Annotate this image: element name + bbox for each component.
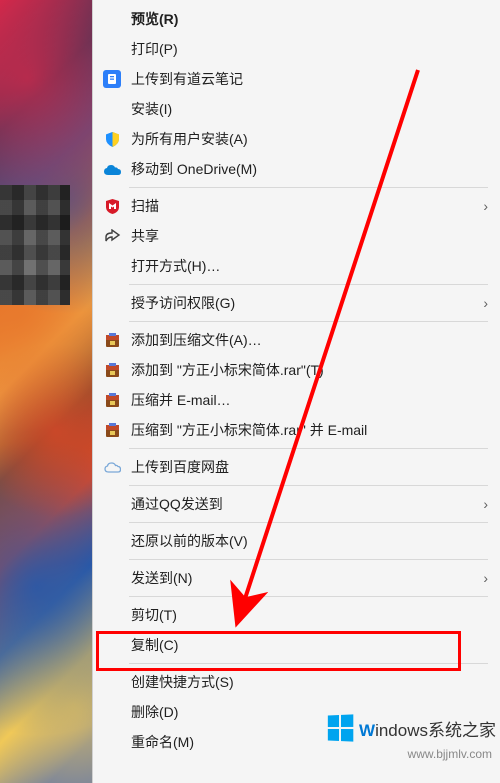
- menu-label: 添加到压缩文件(A)…: [131, 330, 488, 350]
- menu-print[interactable]: 打印(P): [93, 34, 500, 64]
- menu-label: 安装(I): [131, 99, 488, 119]
- chevron-right-icon: ›: [483, 198, 488, 214]
- menu-label: 添加到 "方正小标宋简体.rar"(T): [131, 360, 488, 380]
- menu-label: 扫描: [131, 196, 483, 216]
- separator: [129, 559, 488, 560]
- menu-label: 复制(C): [131, 635, 488, 655]
- separator: [129, 187, 488, 188]
- menu-label: 打印(P): [131, 39, 488, 59]
- menu-add-rar[interactable]: 添加到 "方正小标宋简体.rar"(T): [93, 355, 500, 385]
- menu-label: 预览(R): [131, 9, 488, 29]
- share-icon: [101, 225, 123, 247]
- menu-label: 发送到(N): [131, 568, 483, 588]
- menu-label: 上传到有道云笔记: [131, 69, 488, 89]
- winrar-icon: [101, 359, 123, 381]
- menu-open-with[interactable]: 打开方式(H)…: [93, 251, 500, 281]
- pixelated-region: [0, 185, 70, 305]
- cloud-icon: [101, 158, 123, 180]
- mcafee-icon: [101, 195, 123, 217]
- chevron-right-icon: ›: [483, 496, 488, 512]
- menu-cut[interactable]: 剪切(T): [93, 600, 500, 630]
- chevron-right-icon: ›: [483, 570, 488, 586]
- menu-label: 共享: [131, 226, 488, 246]
- separator: [129, 284, 488, 285]
- menu-restore-version[interactable]: 还原以前的版本(V): [93, 526, 500, 556]
- menu-label: 上传到百度网盘: [131, 457, 488, 477]
- separator: [129, 596, 488, 597]
- separator: [129, 485, 488, 486]
- menu-create-shortcut[interactable]: 创建快捷方式(S): [93, 667, 500, 697]
- menu-install[interactable]: 安装(I): [93, 94, 500, 124]
- menu-label: 通过QQ发送到: [131, 494, 483, 514]
- menu-label: 剪切(T): [131, 605, 488, 625]
- separator: [129, 522, 488, 523]
- menu-grant-access[interactable]: 授予访问权限(G) ›: [93, 288, 500, 318]
- menu-label: 压缩并 E-mail…: [131, 390, 488, 410]
- menu-label: 移动到 OneDrive(M): [131, 159, 488, 179]
- watermark-url: www.bjjmlv.com: [408, 747, 492, 761]
- separator: [129, 663, 488, 664]
- shield-icon: [101, 128, 123, 150]
- menu-copy[interactable]: 复制(C): [93, 630, 500, 660]
- menu-compress-to-email[interactable]: 压缩到 "方正小标宋简体.rar" 并 E-mail: [93, 415, 500, 445]
- menu-youdao-upload[interactable]: 上传到有道云笔记: [93, 64, 500, 94]
- menu-install-all[interactable]: 为所有用户安装(A): [93, 124, 500, 154]
- menu-onedrive[interactable]: 移动到 OneDrive(M): [93, 154, 500, 184]
- menu-label: 还原以前的版本(V): [131, 531, 488, 551]
- winrar-icon: [101, 389, 123, 411]
- menu-compress-email[interactable]: 压缩并 E-mail…: [93, 385, 500, 415]
- menu-scan[interactable]: 扫描 ›: [93, 191, 500, 221]
- windows-logo-icon: [328, 714, 353, 741]
- menu-label: 打开方式(H)…: [131, 256, 488, 276]
- baidu-cloud-icon: [101, 456, 123, 478]
- menu-baidu-upload[interactable]: 上传到百度网盘: [93, 452, 500, 482]
- menu-share[interactable]: 共享: [93, 221, 500, 251]
- menu-label: 为所有用户安装(A): [131, 129, 488, 149]
- menu-label: 创建快捷方式(S): [131, 672, 488, 692]
- watermark-brand: Windows系统之家: [327, 715, 496, 741]
- youdao-icon: [101, 68, 123, 90]
- chevron-right-icon: ›: [483, 295, 488, 311]
- separator: [129, 448, 488, 449]
- menu-label: 压缩到 "方正小标宋简体.rar" 并 E-mail: [131, 420, 488, 440]
- menu-send-to[interactable]: 发送到(N) ›: [93, 563, 500, 593]
- context-menu: 预览(R) 打印(P) 上传到有道云笔记 安装(I) 为所有用户安装(A) 移动…: [92, 0, 500, 783]
- menu-add-archive[interactable]: 添加到压缩文件(A)…: [93, 325, 500, 355]
- menu-qq-send[interactable]: 通过QQ发送到 ›: [93, 489, 500, 519]
- menu-preview[interactable]: 预览(R): [93, 4, 500, 34]
- winrar-icon: [101, 419, 123, 441]
- separator: [129, 321, 488, 322]
- watermark-text: Windows系统之家: [359, 716, 496, 741]
- desktop-background: [0, 0, 92, 783]
- menu-label: 授予访问权限(G): [131, 293, 483, 313]
- winrar-icon: [101, 329, 123, 351]
